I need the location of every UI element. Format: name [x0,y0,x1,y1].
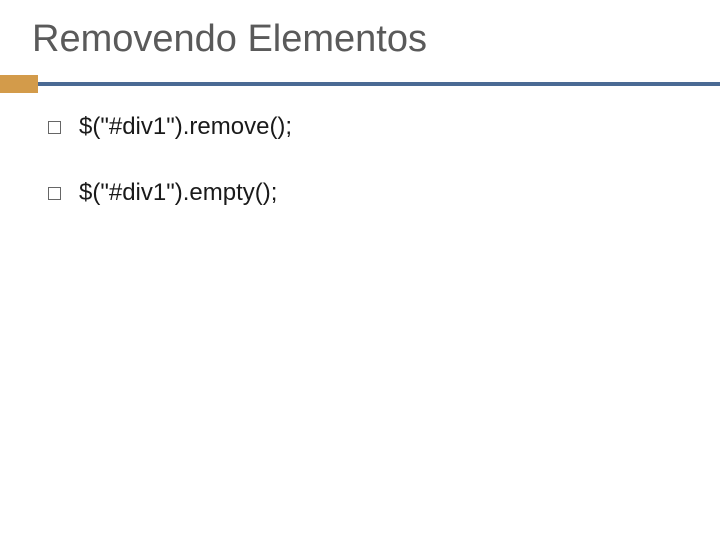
page-title: Removendo Elementos [32,18,690,61]
accent-block [0,75,38,93]
list-item: $("#div1").remove(); [48,113,690,141]
bullet-list: $("#div1").remove(); $("#div1").empty(); [48,113,690,207]
bullet-text: $("#div1").remove(); [79,113,292,141]
divider [30,75,690,85]
slide-container: Removendo Elementos $("#div1").remove();… [0,0,720,540]
bullet-text: $("#div1").empty(); [79,179,277,207]
divider-line [0,82,720,86]
square-bullet-icon [48,121,61,134]
list-item: $("#div1").empty(); [48,179,690,207]
square-bullet-icon [48,187,61,200]
